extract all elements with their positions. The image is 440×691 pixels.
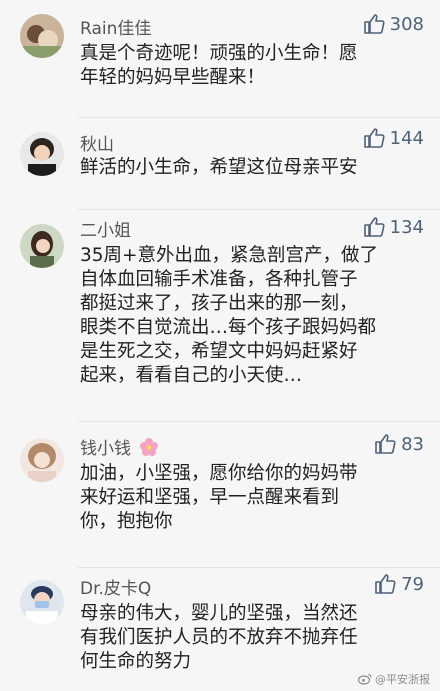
like-count: 144: [389, 127, 424, 149]
comment-line: 都挺过来了，孩子出来的那一刻，: [80, 293, 358, 314]
comment-line: 加油，小坚强，愿你给你的妈妈带: [80, 463, 358, 484]
comment-item: Rain佳佳 308 真是个奇迹呢！顽强的小生命！愿 年轻的妈妈早些醒来！: [0, 0, 440, 118]
avatar[interactable]: [20, 132, 64, 176]
comment-line: 母亲的伟大，婴儿的坚强，当然还: [80, 603, 358, 624]
like-count: 79: [401, 573, 424, 595]
comment-line: 自体血回输手术准备，各种扎管子: [80, 269, 358, 290]
thumbs-up-icon: [363, 217, 385, 237]
like-count: 308: [389, 13, 424, 35]
comment-item: 钱小钱 83 加油，小坚强，愿你给你的妈妈带 来好运和坚强，早一点醒来看到 你，…: [0, 422, 440, 568]
comment-item: 二小姐 134 35周+意外出血，紧急剖宫产，做了 自体血回输手术准备，各种扎管…: [0, 210, 440, 422]
avatar[interactable]: [20, 438, 64, 482]
comment-line: 眼类不自觉流出…每个孩子跟妈妈都: [80, 317, 377, 338]
username-text: 钱小钱: [80, 439, 131, 459]
username[interactable]: 秋山: [80, 130, 114, 155]
like-button[interactable]: 308: [362, 12, 424, 36]
like-button[interactable]: 134: [362, 215, 424, 239]
avatar[interactable]: [20, 224, 64, 268]
like-button[interactable]: 79: [373, 572, 424, 596]
like-count: 134: [389, 216, 424, 238]
comment-line: 来好运和坚强，早一点醒来看到: [80, 487, 340, 508]
comment-line: 35周+意外出血，紧急剖宫产，做了: [80, 245, 379, 266]
comment-text: 母亲的伟大，婴儿的坚强，当然还 有我们医护人员的不放弃不抛弃任 何生命的努力: [80, 602, 418, 674]
username[interactable]: 钱小钱: [80, 434, 159, 459]
username[interactable]: 二小姐: [80, 216, 131, 241]
comment-text: 鲜活的小生命，希望这位母亲平安: [80, 156, 418, 180]
watermark: @平安浙报: [358, 671, 430, 687]
thumbs-up-icon: [375, 434, 396, 454]
comment-text: 加油，小坚强，愿你给你的妈妈带 来好运和坚强，早一点醒来看到 你，抱抱你: [80, 462, 418, 534]
comment-text: 真是个奇迹呢！顽强的小生命！愿 年轻的妈妈早些醒来！: [80, 42, 418, 90]
like-count: 83: [401, 433, 424, 455]
comment-line: 鲜活的小生命，希望这位母亲平安: [80, 157, 358, 178]
avatar[interactable]: [20, 580, 64, 624]
like-button[interactable]: 83: [373, 432, 424, 456]
flower-icon: [140, 438, 159, 456]
thumbs-up-icon: [363, 14, 385, 34]
comment-line: 真是个奇迹呢！顽强的小生命！愿: [80, 43, 358, 64]
like-button[interactable]: 144: [362, 126, 424, 150]
comment-item: 秋山 144 鲜活的小生命，希望这位母亲平安: [0, 118, 440, 210]
comment-line: 年轻的妈妈早些醒来！: [80, 67, 266, 88]
weibo-icon: [358, 673, 372, 685]
comment-line: 有我们医护人员的不放弃不抛弃任: [80, 627, 358, 648]
avatar[interactable]: [20, 14, 64, 58]
watermark-text: @平安浙报: [375, 673, 430, 686]
comment-line: 是生死之交，希望文中妈妈赶紧好: [80, 341, 358, 362]
username[interactable]: Dr.皮卡Q: [80, 574, 151, 599]
thumbs-up-icon: [375, 574, 396, 594]
comment-text: 35周+意外出血，紧急剖宫产，做了 自体血回输手术准备，各种扎管子 都挺过来了，…: [80, 244, 418, 388]
thumbs-up-icon: [363, 128, 385, 148]
username[interactable]: Rain佳佳: [80, 14, 151, 39]
comment-line: 起来，看看自己的小天使…: [80, 365, 303, 386]
comment-line: 你，抱抱你: [80, 511, 173, 532]
